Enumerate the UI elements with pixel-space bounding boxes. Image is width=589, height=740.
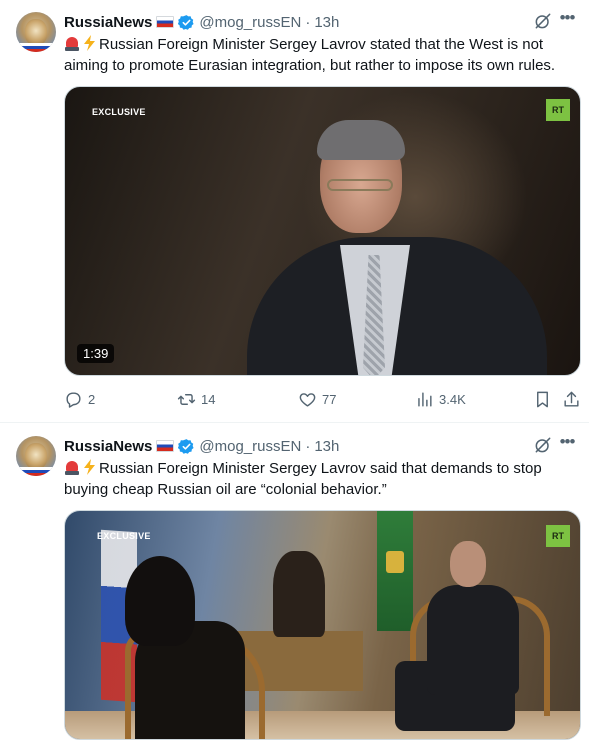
timestamp[interactable]: 13h: [314, 14, 339, 31]
views-button[interactable]: 3.4K: [415, 388, 466, 410]
avatar-flag-band: [16, 43, 56, 52]
reply-count: 2: [88, 391, 96, 407]
reply-icon: [66, 391, 81, 408]
rt-logo: RT: [546, 525, 570, 547]
tweet-body-text: Russian Foreign Minister Sergey Lavrov s…: [64, 460, 542, 498]
share-icon: [564, 391, 579, 407]
russia-flag-icon: [156, 16, 175, 28]
tweet-text: Russian Foreign Minister Sergey Lavrov s…: [64, 34, 578, 76]
author-name[interactable]: RussiaNews: [64, 14, 152, 31]
avatar[interactable]: [16, 436, 56, 476]
siren-emoji: [64, 35, 80, 51]
share-button[interactable]: [562, 388, 581, 410]
separator-dot: ·: [305, 13, 311, 31]
video-frame-glasses: [327, 179, 393, 191]
grok-icon[interactable]: [533, 435, 553, 455]
author-handle[interactable]: @mog_russEN: [199, 438, 301, 455]
video-frame-hair: [317, 120, 405, 160]
video-player[interactable]: EXCLUSIVE RT 1:39: [64, 86, 581, 376]
action-bar: 2 14 77 3.4K: [64, 388, 584, 410]
repost-icon: [177, 393, 196, 405]
like-button[interactable]: 77: [298, 388, 336, 410]
author-handle[interactable]: @mog_russEN: [199, 14, 301, 31]
lightning-emoji: [84, 459, 95, 475]
reply-button[interactable]: 2: [64, 388, 95, 410]
exclusive-label: EXCLUSIVE: [97, 531, 151, 541]
video-frame-interviewer-hair: [125, 556, 195, 646]
video-duration: 1:39: [77, 344, 115, 363]
repost-count: 14: [201, 391, 216, 407]
video-frame-guest-head: [450, 541, 486, 587]
views-icon: [418, 391, 432, 407]
siren-emoji: [64, 459, 80, 475]
tweet-text: Russian Foreign Minister Sergey Lavrov s…: [64, 458, 578, 500]
tweet[interactable]: RussiaNews @mog_russEN · 13h ••• Russian…: [0, 424, 589, 740]
views-count: 3.4K: [439, 391, 466, 407]
lightning-emoji: [84, 35, 95, 51]
lion-avatar-image: [25, 19, 47, 45]
exclusive-label: EXCLUSIVE: [92, 107, 146, 117]
bookmark-button[interactable]: [533, 388, 552, 410]
tweet-body-text: Russian Foreign Minister Sergey Lavrov s…: [64, 36, 556, 74]
verified-badge-icon[interactable]: [178, 438, 195, 455]
timestamp[interactable]: 13h: [314, 438, 339, 455]
verified-badge-icon[interactable]: [178, 14, 195, 31]
author-name[interactable]: RussiaNews: [64, 438, 152, 455]
like-icon: [299, 392, 316, 407]
tweet-header: RussiaNews @mog_russEN · 13h: [64, 12, 339, 32]
more-icon[interactable]: •••: [557, 8, 577, 28]
tweet-header: RussiaNews @mog_russEN · 13h: [64, 436, 339, 456]
avatar[interactable]: [16, 12, 56, 52]
separator-dot: ·: [305, 437, 311, 455]
repost-button[interactable]: 14: [177, 388, 215, 410]
grok-icon[interactable]: [533, 11, 553, 31]
rt-logo: RT: [546, 99, 570, 121]
russia-flag-icon: [156, 440, 175, 452]
tweet[interactable]: RussiaNews @mog_russEN · 13h ••• Russian…: [0, 0, 589, 423]
avatar-flag-band: [16, 467, 56, 476]
video-frame-green-flag: [377, 511, 413, 631]
video-frame-guest: [427, 585, 519, 695]
lion-avatar-image: [25, 443, 47, 469]
more-icon[interactable]: •••: [557, 432, 577, 452]
video-frame-statue: [273, 551, 325, 637]
bookmark-icon: [537, 391, 548, 407]
like-count: 77: [322, 391, 337, 407]
video-player[interactable]: EXCLUSIVE RT: [64, 510, 581, 740]
